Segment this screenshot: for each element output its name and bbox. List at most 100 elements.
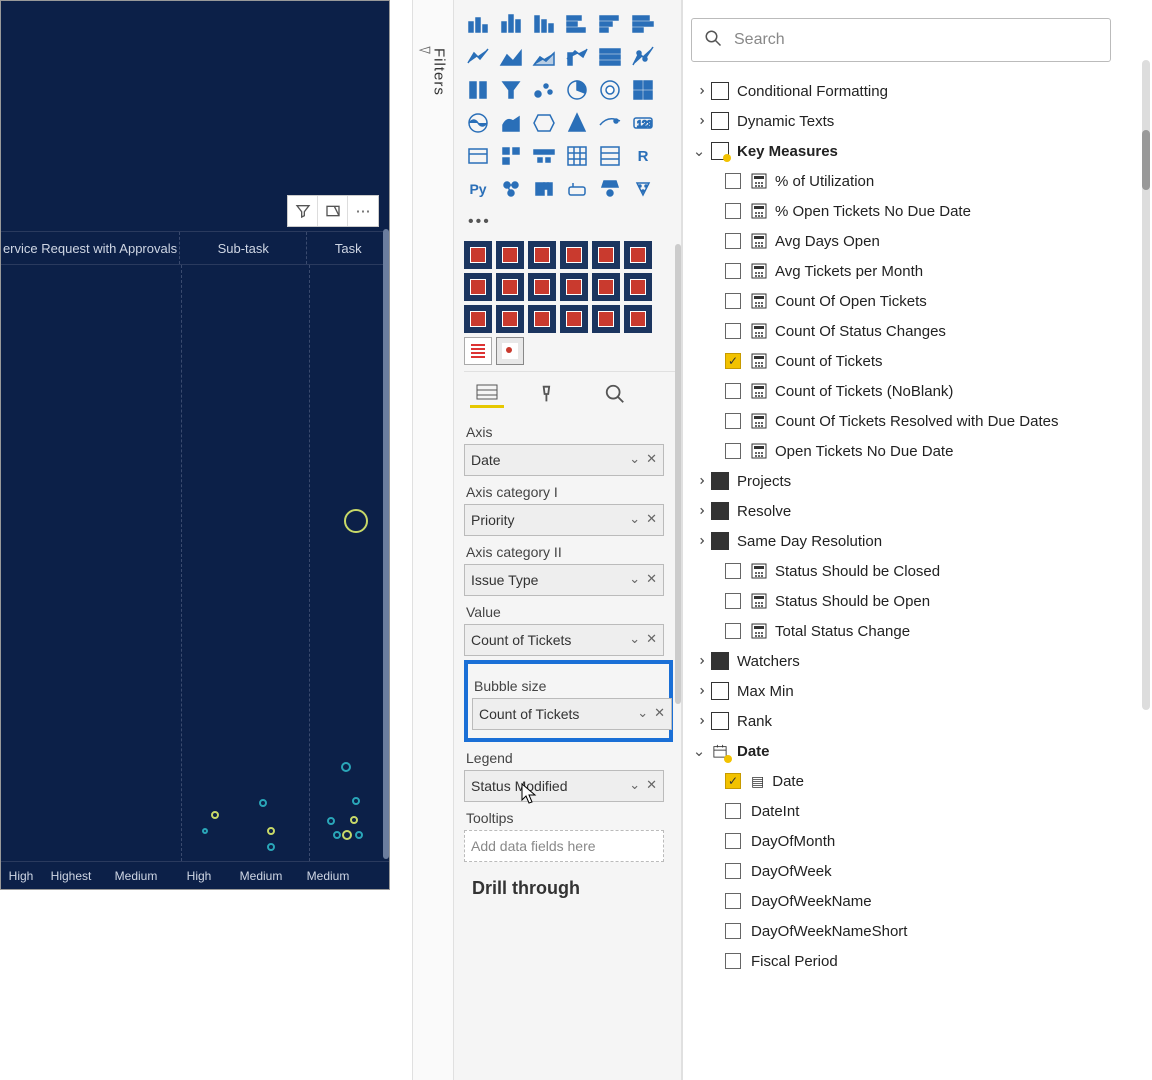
field-checkbox[interactable] bbox=[725, 413, 741, 429]
custom-visual-15[interactable] bbox=[560, 305, 588, 333]
visual-type-7[interactable] bbox=[497, 43, 525, 71]
data-bubble[interactable] bbox=[267, 843, 275, 851]
report-canvas[interactable]: ⋯ ervice Request with Approvals Sub-task… bbox=[0, 0, 412, 1080]
field--open-tickets-no-due-date[interactable]: % Open Tickets No Due Date bbox=[691, 196, 1138, 226]
custom-visual-11[interactable] bbox=[624, 273, 652, 301]
field-fiscal-period[interactable]: Fiscal Period bbox=[691, 946, 1138, 976]
custom-visual-9[interactable] bbox=[560, 273, 588, 301]
custom-visual-0[interactable] bbox=[464, 241, 492, 269]
field-checkbox[interactable]: ✓ bbox=[725, 773, 741, 789]
field-status-should-be-open[interactable]: Status Should be Open bbox=[691, 586, 1138, 616]
more-visuals-icon[interactable]: ••• bbox=[464, 209, 675, 241]
visual-type-9[interactable] bbox=[563, 43, 591, 71]
field-date[interactable]: ✓Date bbox=[691, 766, 1138, 796]
filters-pane-collapsed[interactable]: ◅ Filters bbox=[412, 0, 454, 1080]
chevron-down-icon[interactable]: ⌄ bbox=[629, 631, 640, 647]
chevron-icon[interactable]: ⌄ bbox=[690, 653, 708, 669]
visual-type-10[interactable] bbox=[596, 43, 624, 71]
data-bubble[interactable] bbox=[344, 509, 368, 533]
remove-field-icon[interactable]: ✕ bbox=[646, 451, 657, 467]
remove-field-icon[interactable]: ✕ bbox=[646, 631, 657, 647]
fields-scroll-thumb[interactable] bbox=[1142, 130, 1150, 190]
table-resolve[interactable]: ⌄Resolve bbox=[691, 496, 1138, 526]
field-well-axis-category-ii[interactable]: Issue Type⌄✕ bbox=[464, 564, 664, 596]
field-status-should-be-closed[interactable]: Status Should be Closed bbox=[691, 556, 1138, 586]
field-well-axis[interactable]: Date⌄✕ bbox=[464, 444, 664, 476]
visual-type-31[interactable] bbox=[497, 175, 525, 203]
data-bubble[interactable] bbox=[341, 762, 351, 772]
analytics-tab[interactable] bbox=[598, 380, 632, 408]
visual-type-16[interactable] bbox=[596, 76, 624, 104]
visual-type-14[interactable] bbox=[530, 76, 558, 104]
field-checkbox[interactable] bbox=[725, 383, 741, 399]
remove-field-icon[interactable]: ✕ bbox=[646, 511, 657, 527]
visual-type-15[interactable] bbox=[563, 76, 591, 104]
field-avg-tickets-per-month[interactable]: Avg Tickets per Month bbox=[691, 256, 1138, 286]
field-checkbox[interactable] bbox=[725, 263, 741, 279]
table-conditional-formatting[interactable]: ⌄Conditional Formatting bbox=[691, 76, 1138, 106]
field-dayofweekname[interactable]: DayOfWeekName bbox=[691, 886, 1138, 916]
field-checkbox[interactable] bbox=[725, 293, 741, 309]
format-tab[interactable] bbox=[534, 380, 568, 408]
field-count-of-status-changes[interactable]: Count Of Status Changes bbox=[691, 316, 1138, 346]
table-watchers[interactable]: ⌄Watchers bbox=[691, 646, 1138, 676]
visual-type-33[interactable] bbox=[563, 175, 591, 203]
visual-type-19[interactable] bbox=[497, 109, 525, 137]
visual-type-24[interactable] bbox=[464, 142, 492, 170]
more-options-icon[interactable]: ⋯ bbox=[348, 196, 378, 226]
visual-type-3[interactable] bbox=[563, 10, 591, 38]
custom-visual-3[interactable] bbox=[560, 241, 588, 269]
custom-visual-5[interactable] bbox=[624, 241, 652, 269]
field-count-of-open-tickets[interactable]: Count Of Open Tickets bbox=[691, 286, 1138, 316]
chevron-icon[interactable]: ⌄ bbox=[691, 742, 707, 760]
table-dynamic-texts[interactable]: ⌄Dynamic Texts bbox=[691, 106, 1138, 136]
visual-type-25[interactable] bbox=[497, 142, 525, 170]
pin-icon[interactable]: ◅ bbox=[419, 40, 431, 58]
field-checkbox[interactable] bbox=[725, 953, 741, 969]
custom-visual-13[interactable] bbox=[496, 305, 524, 333]
field-checkbox[interactable] bbox=[725, 173, 741, 189]
field-checkbox[interactable] bbox=[725, 833, 741, 849]
field-checkbox[interactable] bbox=[725, 563, 741, 579]
field-total-status-change[interactable]: Total Status Change bbox=[691, 616, 1138, 646]
chevron-icon[interactable]: ⌄ bbox=[690, 83, 708, 99]
field-count-of-tickets[interactable]: ✓Count of Tickets bbox=[691, 346, 1138, 376]
chevron-icon[interactable]: ⌄ bbox=[690, 473, 708, 489]
visual-type-26[interactable] bbox=[530, 142, 558, 170]
field-open-tickets-no-due-date[interactable]: Open Tickets No Due Date bbox=[691, 436, 1138, 466]
field-checkbox[interactable] bbox=[725, 803, 741, 819]
field-checkbox[interactable] bbox=[725, 443, 741, 459]
field-well-bubble-size[interactable]: Count of Tickets⌄✕ bbox=[472, 698, 672, 730]
field-checkbox[interactable] bbox=[725, 323, 741, 339]
field-checkbox[interactable] bbox=[725, 863, 741, 879]
table-key-measures[interactable]: ⌄Key Measures bbox=[691, 136, 1138, 166]
data-bubble[interactable] bbox=[342, 830, 352, 840]
custom-visual-1[interactable] bbox=[496, 241, 524, 269]
data-bubble[interactable] bbox=[327, 817, 335, 825]
field-dateint[interactable]: DateInt bbox=[691, 796, 1138, 826]
custom-visual-16[interactable] bbox=[592, 305, 620, 333]
visual-type-20[interactable] bbox=[530, 109, 558, 137]
field-checkbox[interactable] bbox=[725, 233, 741, 249]
focus-mode-icon[interactable] bbox=[318, 196, 348, 226]
table-date[interactable]: ⌄Date bbox=[691, 736, 1138, 766]
field--of-utilization[interactable]: % of Utilization bbox=[691, 166, 1138, 196]
custom-visual-7[interactable] bbox=[496, 273, 524, 301]
chevron-icon[interactable]: ⌄ bbox=[690, 113, 708, 129]
table-rank[interactable]: ⌄Rank bbox=[691, 706, 1138, 736]
data-bubble[interactable] bbox=[202, 828, 208, 834]
data-bubble[interactable] bbox=[350, 816, 358, 824]
field-checkbox[interactable] bbox=[725, 623, 741, 639]
field-checkbox[interactable] bbox=[725, 593, 741, 609]
visual-type-12[interactable] bbox=[464, 76, 492, 104]
visual-type-28[interactable] bbox=[596, 142, 624, 170]
custom-visual-10[interactable] bbox=[592, 273, 620, 301]
visual-type-29[interactable]: R bbox=[629, 142, 657, 170]
filter-icon[interactable] bbox=[288, 196, 318, 226]
visual-type-1[interactable] bbox=[497, 10, 525, 38]
remove-field-icon[interactable]: ✕ bbox=[646, 777, 657, 793]
custom-visual-12[interactable] bbox=[464, 305, 492, 333]
visual-type-17[interactable] bbox=[629, 76, 657, 104]
chevron-icon[interactable]: ⌄ bbox=[690, 503, 708, 519]
field-count-of-tickets-resolved-with-due-dates[interactable]: Count Of Tickets Resolved with Due Dates bbox=[691, 406, 1138, 436]
